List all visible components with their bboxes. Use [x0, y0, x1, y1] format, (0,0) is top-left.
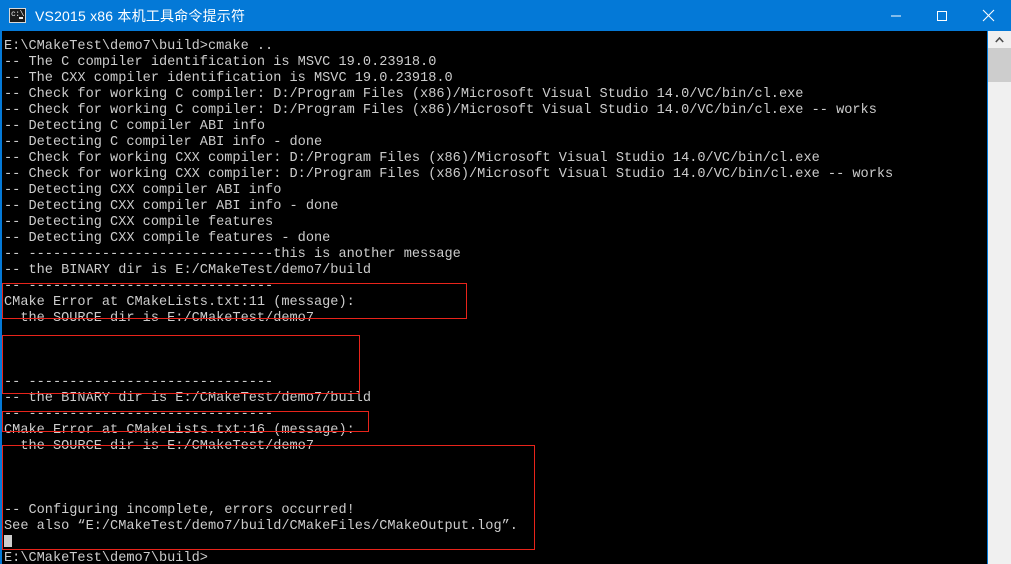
console-line: -- Detecting CXX compiler ABI info	[4, 183, 282, 198]
console-line: -- Detecting CXX compile features - done	[4, 231, 331, 246]
console-line: CMake Error at CMakeLists.txt:11 (messag…	[4, 295, 355, 310]
window-titlebar[interactable]: VS2015 x86 本机工具命令提示符	[0, 0, 1011, 31]
scrollbar-thumb[interactable]	[988, 48, 1011, 82]
console-line: -- Detecting CXX compiler ABI info - don…	[4, 199, 339, 214]
console-line: the SOURCE dir is E:/CMakeTest/demo7	[4, 439, 314, 454]
console-line: -- ------------------------------	[4, 375, 274, 390]
console-line: -- ------------------------------this is…	[4, 247, 461, 262]
console-line: E:\CMakeTest\demo7\build>cmake ..	[4, 39, 274, 54]
chevron-up-icon	[995, 36, 1004, 43]
console-line: -- The CXX compiler identification is MS…	[4, 71, 453, 86]
console-lines: E:\CMakeTest\demo7\build>cmake .. -- The …	[4, 39, 989, 564]
console-line: -- Detecting C compiler ABI info	[4, 119, 266, 134]
console-line: -- Check for working C compiler: D:/Prog…	[4, 87, 804, 102]
console-line: -- the BINARY dir is E:/CMakeTest/demo7/…	[4, 391, 372, 406]
scroll-up-button[interactable]	[988, 31, 1011, 48]
console-line: CMake Error at CMakeLists.txt:16 (messag…	[4, 423, 355, 438]
minimize-button[interactable]	[873, 0, 919, 31]
window-title: VS2015 x86 本机工具命令提示符	[35, 7, 246, 24]
console-line: -- The C compiler identification is MSVC…	[4, 55, 437, 70]
console-line: -- ------------------------------	[4, 279, 274, 294]
vertical-scrollbar[interactable]	[987, 31, 1011, 564]
close-button[interactable]	[965, 0, 1011, 31]
console-line: the SOURCE dir is E:/CMakeTest/demo7	[4, 311, 314, 326]
console-line: -- Check for working C compiler: D:/Prog…	[4, 103, 877, 118]
console-line: -- Detecting C compiler ABI info - done	[4, 135, 323, 150]
console-line: -- Check for working CXX compiler: D:/Pr…	[4, 167, 894, 182]
console-line: -- ------------------------------	[4, 407, 274, 422]
console-output-area[interactable]: E:\CMakeTest\demo7\build>cmake .. -- The …	[0, 31, 1011, 564]
command-prompt-icon	[9, 8, 26, 23]
console-line: See also “E:/CMakeTest/demo7/build/CMake…	[4, 519, 518, 534]
console-window: VS2015 x86 本机工具命令提示符 E:\CMakeTest\de	[0, 0, 1011, 564]
console-line: -- the BINARY dir is E:/CMakeTest/demo7/…	[4, 263, 372, 278]
console-line	[4, 535, 989, 551]
console-line: -- Configuring incomplete, errors occurr…	[4, 503, 355, 518]
maximize-button[interactable]	[919, 0, 965, 31]
text-cursor	[4, 535, 12, 547]
console-line: -- Check for working CXX compiler: D:/Pr…	[4, 151, 820, 166]
console-line: -- Detecting CXX compile features	[4, 215, 274, 230]
window-controls	[873, 0, 1011, 31]
